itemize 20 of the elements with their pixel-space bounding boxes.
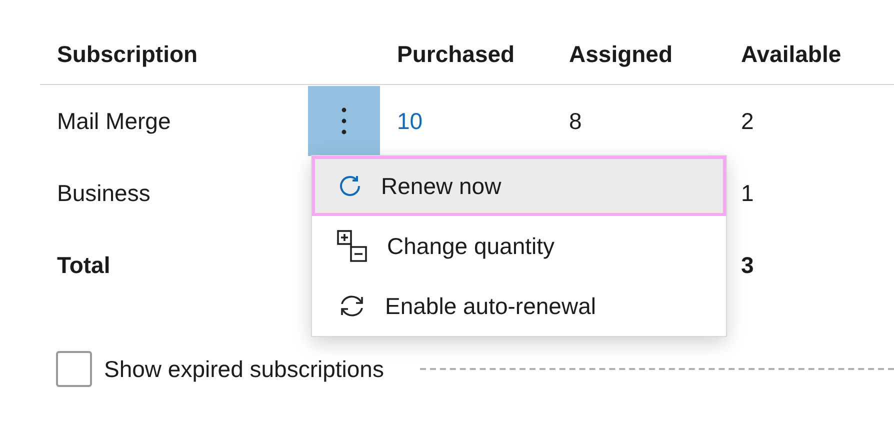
table-cell-text: 2 (740, 108, 755, 134)
quantity-link[interactable]: 10 (380, 108, 552, 134)
column-header: Available (740, 41, 842, 69)
table-cell-text: Total (56, 252, 112, 278)
column-header: Subscription (56, 41, 199, 69)
plus-minus-icon (337, 230, 369, 262)
checkbox[interactable] (56, 351, 92, 387)
menu-item[interactable]: Change quantity (312, 216, 726, 276)
table-cell-text: 1 (740, 180, 755, 206)
column-header: Assigned (568, 41, 674, 69)
table-cell-text: Business (56, 180, 152, 206)
menu-item[interactable]: Renew now (312, 156, 726, 216)
more-icon (341, 107, 347, 135)
column-header: Purchased (396, 41, 516, 69)
menu-item[interactable]: Enable auto-renewal (312, 276, 726, 336)
refresh-icon (337, 173, 363, 199)
checkbox-label: Show expired subscriptions (104, 356, 384, 382)
table-cell-text: 8 (568, 108, 583, 134)
table-cell-text: Mail Merge (56, 108, 172, 134)
table-cell-text: 3 (740, 252, 755, 278)
